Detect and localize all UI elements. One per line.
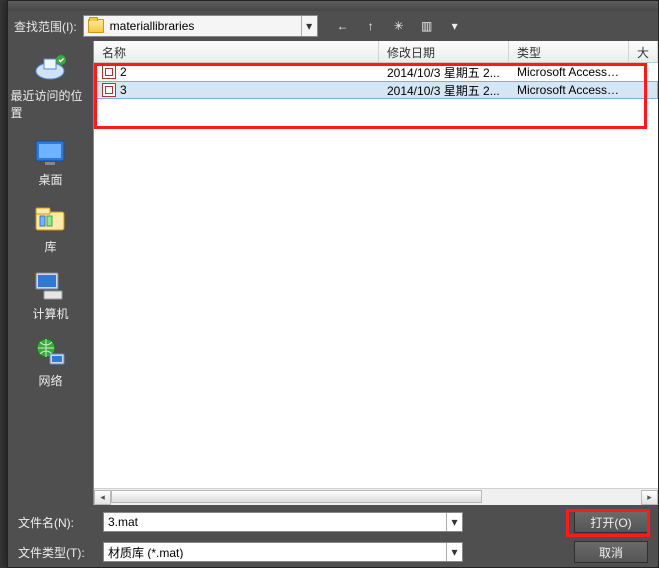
filename-dropdown-icon[interactable]: ▾ (446, 513, 462, 531)
filename-label: 文件名(N): (18, 514, 93, 531)
col-name[interactable]: 名称 (94, 41, 379, 62)
horizontal-scrollbar[interactable]: ◂ ▸ (94, 488, 658, 505)
path-dropdown-icon[interactable]: ▾ (301, 16, 317, 36)
lookin-row: 查找范围(I): ▾ ← ↑ ✳ ▥ ▾ (8, 11, 658, 41)
places-bar: 最近访问的位置 桌面 库 计算机 (8, 41, 93, 505)
open-button[interactable]: 打开(O) (574, 511, 648, 533)
file-type: Microsoft Access T... (509, 65, 629, 79)
filetype-label: 文件类型(T): (18, 544, 93, 561)
place-computer[interactable]: 计算机 (10, 265, 90, 326)
file-name: 3 (120, 83, 127, 97)
nav-toolbar: ← ↑ ✳ ▥ ▾ (334, 17, 464, 35)
lookin-label: 查找范围(I): (14, 18, 77, 35)
column-headers[interactable]: 名称 修改日期 类型 大 (94, 41, 658, 63)
col-date[interactable]: 修改日期 (379, 41, 509, 62)
scroll-thumb[interactable] (111, 490, 482, 503)
database-icon (102, 83, 116, 97)
place-network[interactable]: 网络 (10, 332, 90, 393)
place-desktop[interactable]: 桌面 (10, 131, 90, 192)
col-type[interactable]: 类型 (509, 41, 629, 62)
file-date: 2014/10/3 星期五 2... (379, 64, 509, 81)
filetype-dropdown-icon[interactable]: ▾ (446, 543, 462, 561)
file-row[interactable]: 3 2014/10/3 星期五 2... Microsoft Access T.… (94, 81, 658, 99)
place-label: 网络 (38, 372, 62, 389)
desktop-icon (30, 135, 70, 169)
file-listing: 名称 修改日期 类型 大 2 2014/10/3 星期五 2... Micros… (93, 41, 658, 505)
path-input[interactable] (108, 19, 301, 33)
cancel-button[interactable]: 取消 (574, 541, 648, 563)
bottom-panel: 文件名(N): ▾ 打开(O) 文件类型(T): ▾ 取消 (8, 505, 658, 567)
views-dropdown-icon[interactable]: ▾ (446, 17, 464, 35)
place-library[interactable]: 库 (10, 198, 90, 259)
place-label: 计算机 (32, 305, 68, 322)
library-icon (30, 202, 70, 236)
files-area[interactable]: 2 2014/10/3 星期五 2... Microsoft Access T.… (94, 63, 658, 488)
filename-combo[interactable]: ▾ (103, 512, 463, 532)
filename-input[interactable] (104, 515, 446, 529)
recent-icon (30, 51, 70, 85)
computer-icon (30, 269, 70, 303)
scroll-left-icon[interactable]: ◂ (94, 490, 111, 505)
views-icon[interactable]: ▥ (418, 17, 436, 35)
filetype-combo[interactable]: ▾ (103, 542, 463, 562)
file-type: Microsoft Access T... (509, 83, 629, 97)
database-icon (102, 65, 116, 79)
place-label: 库 (44, 238, 56, 255)
col-size[interactable]: 大 (629, 41, 658, 62)
titlebar[interactable] (8, 1, 658, 11)
scroll-track[interactable] (111, 490, 641, 505)
place-label: 最近访问的位置 (10, 87, 90, 121)
path-combo[interactable]: ▾ (83, 15, 318, 37)
file-row[interactable]: 2 2014/10/3 星期五 2... Microsoft Access T.… (94, 63, 658, 81)
scroll-right-icon[interactable]: ▸ (641, 490, 658, 505)
network-icon (30, 336, 70, 370)
back-icon[interactable]: ← (334, 17, 352, 35)
file-open-dialog: 查找范围(I): ▾ ← ↑ ✳ ▥ ▾ 最近访问的位置 (7, 0, 659, 568)
up-icon[interactable]: ↑ (362, 17, 380, 35)
place-recent[interactable]: 最近访问的位置 (10, 47, 90, 125)
new-folder-icon[interactable]: ✳ (390, 17, 408, 35)
place-label: 桌面 (38, 171, 62, 188)
file-name: 2 (120, 65, 127, 79)
file-date: 2014/10/3 星期五 2... (379, 82, 509, 99)
filetype-input[interactable] (104, 545, 446, 559)
folder-icon (88, 19, 104, 33)
